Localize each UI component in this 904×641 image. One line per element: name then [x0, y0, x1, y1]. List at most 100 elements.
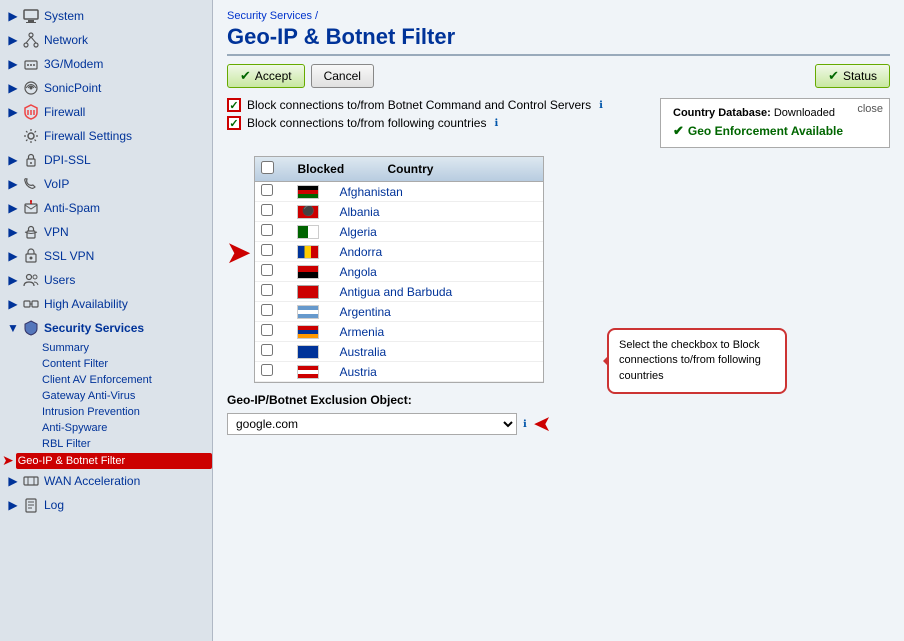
firewall-settings-icon [22, 127, 40, 145]
row-checkbox-0[interactable] [261, 184, 277, 199]
sidebar-label-log: Log [44, 498, 64, 512]
accept-button[interactable]: ✔ Accept [227, 64, 305, 88]
cancel-button[interactable]: Cancel [311, 64, 374, 88]
select-all-checkbox[interactable] [261, 161, 274, 174]
sslvpn-expand-arrow: ▶ [6, 249, 20, 263]
countries-label: Block connections to/from following coun… [247, 116, 486, 130]
table-row: Australia [255, 342, 543, 362]
status-button[interactable]: ✔ Status [815, 64, 890, 88]
row-checkbox-8[interactable] [261, 344, 277, 359]
row-checkbox-1[interactable] [261, 204, 277, 219]
db-status-label: Country Database: Downloaded [673, 107, 877, 119]
sidebar-subitem-summary[interactable]: Summary [0, 340, 212, 356]
table-arrow-indicator: ➤ [227, 236, 250, 269]
sidebar-label-sonicpoint: SonicPoint [44, 81, 101, 95]
country-name-2[interactable]: Algeria [339, 225, 537, 239]
antispam-expand-arrow: ▶ [6, 201, 20, 215]
sidebar-label-system: System [44, 9, 84, 23]
dpi-ssl-icon [22, 151, 40, 169]
sidebar-label-dpi-ssl: DPI-SSL [44, 153, 91, 167]
row-checkbox-3[interactable] [261, 244, 277, 259]
countries-checkbox-row: Block connections to/from following coun… [227, 116, 650, 130]
firewall-icon [22, 103, 40, 121]
row-checkbox-9[interactable] [261, 364, 277, 379]
sidebar-subitem-content-filter[interactable]: Content Filter [0, 356, 212, 372]
exclusion-select[interactable]: google.com [227, 413, 517, 435]
sidebar-item-vpn[interactable]: ▶ VPN [0, 220, 212, 244]
sidebar-item-dpi-ssl[interactable]: ▶ DPI-SSL [0, 148, 212, 172]
flag-austria [297, 365, 319, 379]
accept-checkmark-icon: ✔ [240, 68, 251, 84]
sidebar-item-log[interactable]: ▶ Log [0, 493, 212, 517]
sidebar-subitem-intrusion-prevention[interactable]: Intrusion Prevention [0, 404, 212, 420]
tooltip-text: Select the checkbox to Block connections… [619, 339, 761, 382]
exclusion-info-icon[interactable]: ℹ [523, 419, 527, 430]
breadcrumb-link[interactable]: Security Services / [227, 10, 318, 22]
sidebar-subitem-client-av[interactable]: Client AV Enforcement [0, 372, 212, 388]
country-name-4[interactable]: Angola [339, 265, 537, 279]
countries-checkbox[interactable] [227, 116, 241, 130]
system-expand-arrow: ▶ [6, 9, 20, 23]
country-name-1[interactable]: Albania [339, 205, 537, 219]
sidebar-item-security-services[interactable]: ▼ Security Services [0, 316, 212, 340]
status-checkmark-icon: ✔ [828, 68, 839, 84]
exclusion-label: Geo-IP/Botnet Exclusion Object: [227, 393, 890, 407]
toolbar: ✔ Accept Cancel ✔ Status [227, 64, 890, 88]
sidebar-item-3gmodem[interactable]: ▶ 3G/Modem [0, 52, 212, 76]
country-header: Country [387, 162, 537, 176]
country-name-9[interactable]: Austria [339, 365, 537, 379]
table-row: Austria [255, 362, 543, 382]
close-button[interactable]: close [857, 103, 883, 115]
cancel-label: Cancel [324, 69, 361, 83]
sidebar-item-firewall[interactable]: ▶ Firewall [0, 100, 212, 124]
row-checkbox-5[interactable] [261, 284, 277, 299]
geo-enforcement-status: ✔ Geo Enforcement Available [673, 123, 877, 139]
sidebar-subitem-geo-ip[interactable]: Geo-IP & Botnet Filter [16, 453, 212, 469]
sidebar-item-wan-acceleration[interactable]: ▶ WAN Acceleration [0, 469, 212, 493]
row-checkbox-7[interactable] [261, 324, 277, 339]
flag-albania: ⚫ [297, 205, 319, 219]
sidebar-item-voip[interactable]: ▶ VoIP [0, 172, 212, 196]
sidebar-item-ssl-vpn[interactable]: ▶ SSL VPN [0, 244, 212, 268]
sidebar-label-network: Network [44, 33, 88, 47]
sidebar-subitem-gateway-av[interactable]: Gateway Anti-Virus [0, 388, 212, 404]
status-label: Status [843, 69, 877, 83]
sidebar-item-anti-spam[interactable]: ▶ Anti-Spam [0, 196, 212, 220]
sidebar-subitem-anti-spyware[interactable]: Anti-Spyware [0, 420, 212, 436]
sidebar: ▶ System ▶ Network ▶ 3G/Modem ▶ SonicPoi… [0, 0, 213, 641]
sidebar-item-network[interactable]: ▶ Network [0, 28, 212, 52]
sidebar-label-firewall: Firewall [44, 105, 85, 119]
botnet-checkbox[interactable] [227, 98, 241, 112]
breadcrumb: Security Services / [227, 10, 890, 22]
content-area: close Country Database: Downloaded ✔ Geo… [227, 98, 890, 437]
country-name-3[interactable]: Andorra [339, 245, 537, 259]
row-checkbox-4[interactable] [261, 264, 277, 279]
table-row: Argentina [255, 302, 543, 322]
3gmodem-expand-arrow: ▶ [6, 57, 20, 71]
country-name-6[interactable]: Argentina [339, 305, 537, 319]
sonicpoint-icon [22, 79, 40, 97]
country-name-5[interactable]: Antigua and Barbuda [339, 285, 537, 299]
log-icon [22, 496, 40, 514]
users-icon [22, 271, 40, 289]
country-table-area: ➤ Blocked Country [227, 156, 890, 383]
sidebar-item-high-availability[interactable]: ▶ High Availability [0, 292, 212, 316]
country-name-0[interactable]: Afghanistan [339, 185, 537, 199]
sidebar-item-system[interactable]: ▶ System [0, 4, 212, 28]
row-checkbox-2[interactable] [261, 224, 277, 239]
header-check-placeholder [261, 161, 277, 177]
sidebar-subitem-rbl-filter[interactable]: RBL Filter [0, 436, 212, 452]
country-name-8[interactable]: Australia [339, 345, 537, 359]
sidebar-label-firewall-settings: Firewall Settings [44, 129, 132, 143]
sidebar-item-firewall-settings[interactable]: ▶ Firewall Settings [0, 124, 212, 148]
active-arrow-indicator: ➤ [2, 452, 14, 469]
row-checkbox-6[interactable] [261, 304, 277, 319]
sidebar-item-sonicpoint[interactable]: ▶ SonicPoint [0, 76, 212, 100]
country-name-7[interactable]: Armenia [339, 325, 537, 339]
blocked-header: Blocked [297, 162, 367, 176]
countries-info-icon[interactable]: ℹ [494, 118, 498, 129]
sidebar-item-users[interactable]: ▶ Users [0, 268, 212, 292]
botnet-info-icon[interactable]: ℹ [599, 100, 603, 111]
country-table: Blocked Country Afghanistan ⚫ [254, 156, 544, 383]
botnet-checkbox-row: Block connections to/from Botnet Command… [227, 98, 650, 112]
